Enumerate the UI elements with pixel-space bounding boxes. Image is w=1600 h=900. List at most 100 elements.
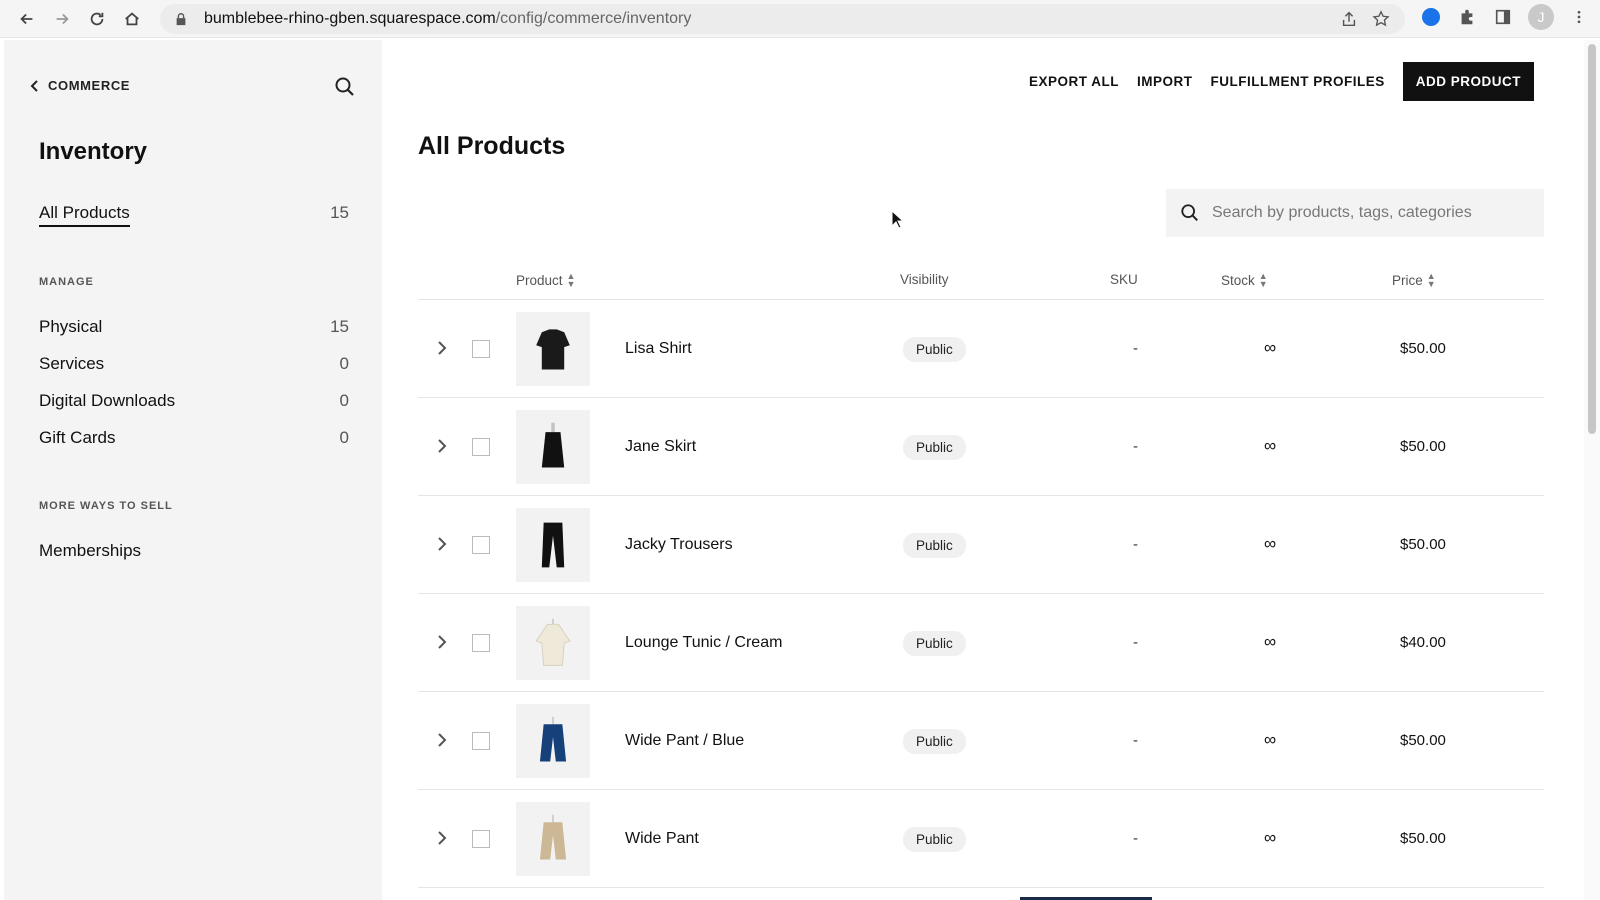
stock-value: ∞ [1264, 338, 1277, 357]
column-label: Visibility [900, 272, 949, 287]
main-panel: EXPORT ALL IMPORT FULFILLMENT PROFILES A… [382, 40, 1582, 900]
search-icon [1181, 204, 1198, 221]
product-thumbnail [516, 802, 590, 876]
search-icon[interactable] [334, 76, 356, 98]
top-actions: EXPORT ALL IMPORT FULFILLMENT PROFILES A… [1029, 62, 1534, 101]
row-checkbox[interactable] [472, 536, 490, 554]
profile-avatar[interactable]: J [1528, 4, 1554, 30]
add-product-button[interactable]: ADD PRODUCT [1402, 62, 1534, 101]
trousers-dark-icon [541, 522, 565, 568]
chevron-right-icon[interactable] [434, 830, 450, 846]
table-row[interactable]: Wide Pant / Blue Public - ∞ $50.00 [418, 692, 1544, 790]
product-name[interactable]: Wide Pant / Blue [625, 732, 744, 750]
row-checkbox[interactable] [472, 830, 490, 848]
visibility-badge: Public [903, 337, 966, 362]
column-label: Price [1392, 272, 1423, 288]
export-all-button[interactable]: EXPORT ALL [1029, 74, 1119, 89]
page-title: All Products [418, 132, 566, 160]
lock-icon [174, 12, 192, 26]
table-row[interactable]: Lounge Tunic / Cream Public - ∞ $40.00 [418, 594, 1544, 692]
address-bar[interactable]: bumblebee-rhino-gben.squarespace.com/con… [160, 4, 1405, 34]
table-row[interactable]: Jane Skirt Public - ∞ $50.00 [418, 398, 1544, 496]
chevron-right-icon[interactable] [434, 438, 450, 454]
sku-value: - [1133, 830, 1138, 847]
stock-value: ∞ [1264, 632, 1277, 651]
sidebar-item-services[interactable]: Services 0 [39, 354, 349, 374]
sidebar-title: Inventory [39, 138, 148, 165]
price-value: $50.00 [1400, 536, 1446, 553]
skirt-dark-icon [541, 422, 565, 468]
home-icon[interactable] [115, 2, 149, 36]
sku-value: - [1133, 732, 1138, 749]
column-price[interactable]: Price ▲ ▼ [1392, 271, 1436, 289]
reload-icon[interactable] [80, 2, 114, 36]
visibility-badge: Public [903, 435, 966, 460]
sidebar-item-label: Digital Downloads [39, 391, 176, 410]
sort-icon: ▲ ▼ [1258, 271, 1268, 289]
kebab-menu-icon[interactable] [1568, 6, 1590, 28]
fulfillment-profiles-button[interactable]: FULFILLMENT PROFILES [1211, 74, 1385, 89]
sidebar-item-all-products[interactable]: All Products 15 [39, 203, 349, 227]
row-checkbox[interactable] [472, 732, 490, 750]
sidebar-item-label: Memberships [39, 541, 142, 560]
sidebar-item-label: All Products [39, 203, 130, 227]
visibility-badge: Public [903, 729, 966, 754]
price-value: $50.00 [1400, 732, 1446, 749]
product-name[interactable]: Lounge Tunic / Cream [625, 634, 782, 652]
sidebar-item-count: 0 [339, 354, 349, 373]
side-panel-icon[interactable] [1492, 6, 1514, 28]
back-arrow-icon[interactable] [10, 2, 44, 36]
chevron-right-icon[interactable] [434, 732, 450, 748]
column-label: SKU [1110, 272, 1138, 287]
search-placeholder: Search by products, tags, categories [1212, 204, 1472, 221]
forward-arrow-icon[interactable] [45, 2, 79, 36]
pant-tan-icon [539, 814, 567, 860]
sidebar-item-count: 0 [339, 391, 349, 410]
price-value: $40.00 [1400, 634, 1446, 651]
price-value: $50.00 [1400, 830, 1446, 847]
sidebar-item-label: Services [39, 354, 105, 373]
stock-value: ∞ [1264, 534, 1277, 553]
sidebar-item-count: 0 [339, 428, 349, 447]
sidebar-item-physical[interactable]: Physical 15 [39, 317, 349, 337]
stock-value: ∞ [1264, 828, 1277, 847]
row-checkbox[interactable] [472, 340, 490, 358]
table-header: Product ▲ ▼ Visibility SKU Stock ▲ ▼ Price… [418, 260, 1544, 300]
sidebar-item-count: 15 [330, 203, 349, 222]
back-to-commerce-link[interactable]: COMMERCE [28, 78, 130, 93]
sidebar-item-gift-cards[interactable]: Gift Cards 0 [39, 428, 349, 448]
product-name[interactable]: Jacky Trousers [625, 536, 733, 554]
extension-blue-icon[interactable] [1420, 6, 1442, 28]
chevron-right-icon[interactable] [434, 536, 450, 552]
product-thumbnail [516, 606, 590, 680]
sidebar: COMMERCE Inventory All Products 15 MANAG… [4, 40, 382, 900]
import-button[interactable]: IMPORT [1137, 74, 1193, 89]
chevron-right-icon[interactable] [434, 340, 450, 356]
sku-value: - [1133, 634, 1138, 651]
product-name[interactable]: Lisa Shirt [625, 340, 692, 358]
sidebar-item-digital-downloads[interactable]: Digital Downloads 0 [39, 391, 349, 411]
url-path: /config/commerce/inventory [495, 10, 692, 27]
share-icon[interactable] [1339, 9, 1359, 29]
bookmark-star-icon[interactable] [1371, 9, 1391, 29]
product-name[interactable]: Wide Pant [625, 830, 699, 848]
row-checkbox[interactable] [472, 438, 490, 456]
sort-icon: ▲ ▼ [1426, 271, 1436, 289]
scrollbar-thumb[interactable] [1588, 44, 1596, 434]
table-row[interactable]: Jacky Trousers Public - ∞ $50.00 [418, 496, 1544, 594]
puzzle-extensions-icon[interactable] [1456, 6, 1478, 28]
sidebar-item-memberships[interactable]: Memberships [39, 541, 349, 561]
table-row[interactable]: Lisa Shirt Public - ∞ $50.00 [418, 300, 1544, 398]
column-stock[interactable]: Stock ▲ ▼ [1221, 271, 1268, 289]
table-row[interactable]: Wide Pant Public - ∞ $50.00 [418, 790, 1544, 888]
page-scrollbar[interactable] [1584, 40, 1600, 900]
column-product[interactable]: Product ▲ ▼ [516, 271, 576, 289]
row-checkbox[interactable] [472, 634, 490, 652]
sku-value: - [1133, 340, 1138, 357]
product-search-input[interactable]: Search by products, tags, categories [1166, 189, 1544, 237]
product-name[interactable]: Jane Skirt [625, 438, 696, 456]
sort-icon: ▲ ▼ [566, 271, 576, 289]
chevron-right-icon[interactable] [434, 634, 450, 650]
sidebar-item-label: Gift Cards [39, 428, 116, 447]
product-thumbnail [516, 508, 590, 582]
